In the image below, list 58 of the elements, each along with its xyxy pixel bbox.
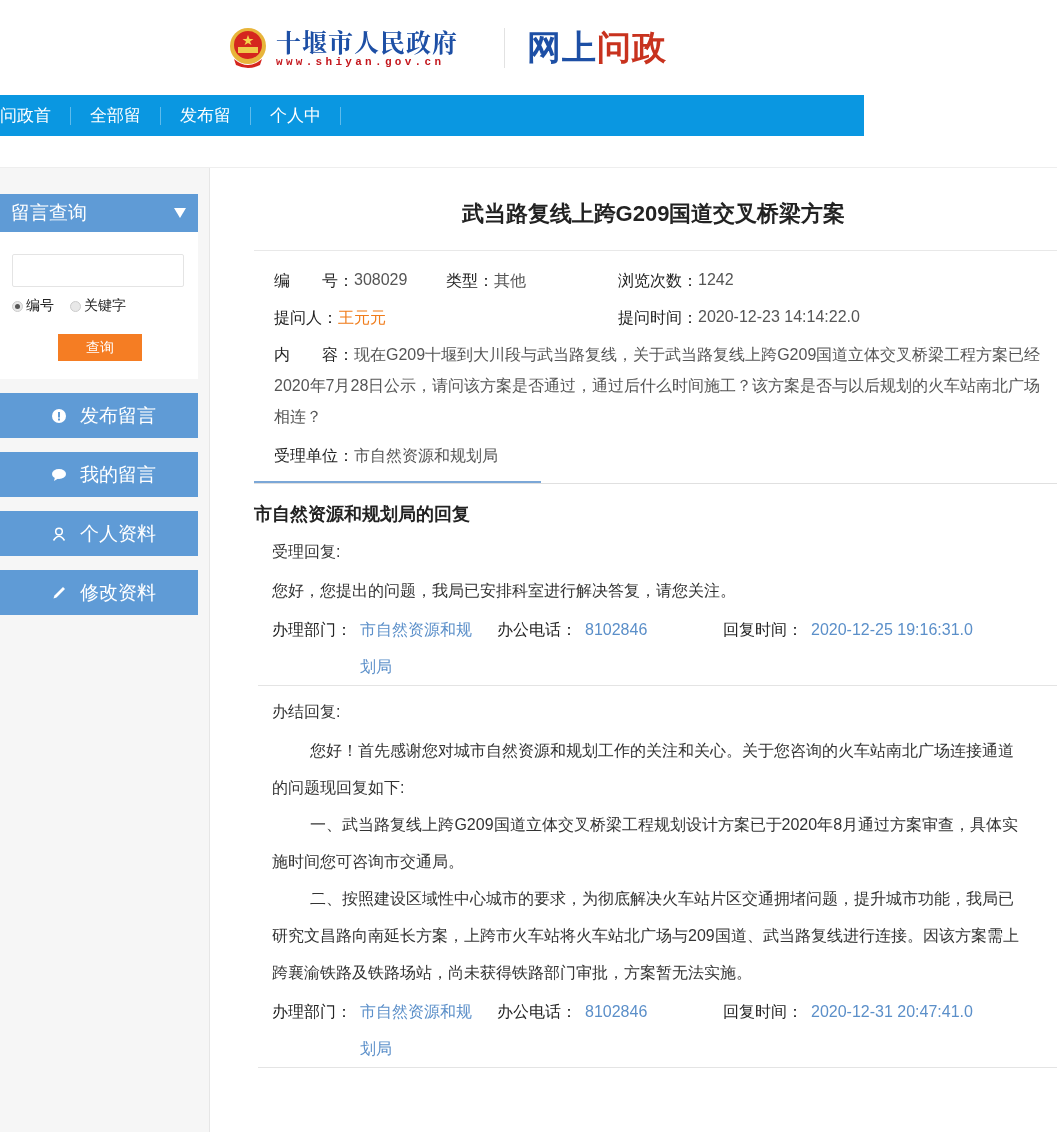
page-title: 武当路复线上跨G209国道交叉桥梁方案 xyxy=(460,200,847,228)
asker-name: 王元元 xyxy=(338,308,386,328)
field-label: 编 号： xyxy=(274,271,354,291)
department-link[interactable]: 市自然资源和规划局 xyxy=(360,993,473,1067)
field-label: 受理单位： xyxy=(274,446,354,466)
warning-icon xyxy=(52,408,66,423)
panel-title: 留言查询 xyxy=(11,201,87,225)
field-label: 办理部门： xyxy=(272,1002,353,1022)
radio-option[interactable]: 编号 xyxy=(12,297,54,315)
menu-button[interactable]: 个人资料 xyxy=(0,511,198,556)
menu-button[interactable]: 发布留言 xyxy=(0,393,198,438)
department-link[interactable]: 市自然资源和规划局 xyxy=(360,611,473,685)
question-content: 内 容：现在G209十堰到大川段与武当路复线，关于武当路复线上跨G209国道立体交叉桥梁工程方案已经2020年7月28日公示，请问该方案是否通过，通过后什么时间施工？该方案是否与以后规划的火车站南北广场相连？ xyxy=(274,345,1042,427)
search-field[interactable] xyxy=(12,254,184,287)
field-value: 308029 xyxy=(354,271,408,290)
site-name: 十堰市人民政府 xyxy=(276,26,458,55)
search-button[interactable]: 查询 xyxy=(58,334,142,361)
field-value: 市自然资源和规划局 xyxy=(354,446,498,466)
phone-number: 8102846 xyxy=(585,620,649,640)
field-value: 1242 xyxy=(698,271,734,290)
reply-paragraph: 一、武当路复线上跨G209国道立体交叉桥梁工程规划设计方案已于2020年8月通过方案审查，具体实 施时间您可咨询市交通局。 xyxy=(272,815,1020,872)
field-label: 类型： xyxy=(446,271,494,291)
field-label: 浏览次数： xyxy=(618,271,698,291)
field-label: 办理部门： xyxy=(272,620,353,640)
field-value: 2020-12-23 14:14:22.0 xyxy=(698,308,860,327)
radio-button[interactable] xyxy=(70,300,81,312)
radio-option[interactable]: 关键字 xyxy=(70,297,126,315)
field-label: 提问时间： xyxy=(618,308,698,328)
brand-logo: 网上问政 xyxy=(527,26,667,68)
site-url: www.shiyan.gov.cn xyxy=(276,55,446,69)
field-label: 回复时间： xyxy=(723,620,804,640)
field-label: 回复时间： xyxy=(723,1002,804,1022)
nav-link[interactable]: 个人中 xyxy=(251,106,341,125)
reply-heading: 办结回复: xyxy=(272,702,342,722)
nav-link[interactable]: 发布留 xyxy=(161,106,251,125)
emblem-icon xyxy=(228,26,268,69)
field-value: 其他 xyxy=(494,271,526,291)
speech-bubble-icon xyxy=(52,467,66,482)
nav-link[interactable]: 全部留 xyxy=(71,106,161,125)
reply-heading: 受理回复: xyxy=(272,542,342,562)
radio-button[interactable] xyxy=(12,300,23,312)
menu-button[interactable]: 我的留言 xyxy=(0,452,198,497)
reply-paragraph: 您好，您提出的问题，我局已安排科室进行解决答复，请您关注。 xyxy=(272,581,737,601)
person-icon xyxy=(52,526,66,541)
reply-time: 2020-12-31 20:47:41.0 xyxy=(811,1002,974,1022)
reply-paragraph: 您好！首先感谢您对城市自然资源和规划工作的关注和关心。关于您咨询的火车站南北广场连接通道 的问题现回复如下: xyxy=(272,741,1016,798)
phone-number: 8102846 xyxy=(585,1002,649,1022)
field-label: 提问人： xyxy=(274,308,338,328)
nav-link[interactable]: 问政首 xyxy=(0,106,71,125)
field-label: 办公电话： xyxy=(497,1002,578,1022)
reply-time: 2020-12-25 19:16:31.0 xyxy=(811,620,974,640)
pencil-icon xyxy=(52,585,66,600)
panel-header[interactable]: 留言查询 xyxy=(0,194,198,232)
reply-paragraph: 二、按照建设区域性中心城市的要求，为彻底解决火车站片区交通拥堵问题，提升城市功能，我局已 研究文昌路向南延长方案，上跨市火车站将火车站北广场与209国道、武当路复线进行连接。因该方案需上 跨襄渝铁路及铁路场站，尚未获得铁路部门审批，方案暂无法实施。 xyxy=(272,889,1020,983)
dropdown-icon[interactable] xyxy=(174,208,186,218)
field-label: 办公电话： xyxy=(497,620,578,640)
section-title: 市自然资源和规划局的回复 xyxy=(254,503,471,526)
menu-button[interactable]: 修改资料 xyxy=(0,570,198,615)
